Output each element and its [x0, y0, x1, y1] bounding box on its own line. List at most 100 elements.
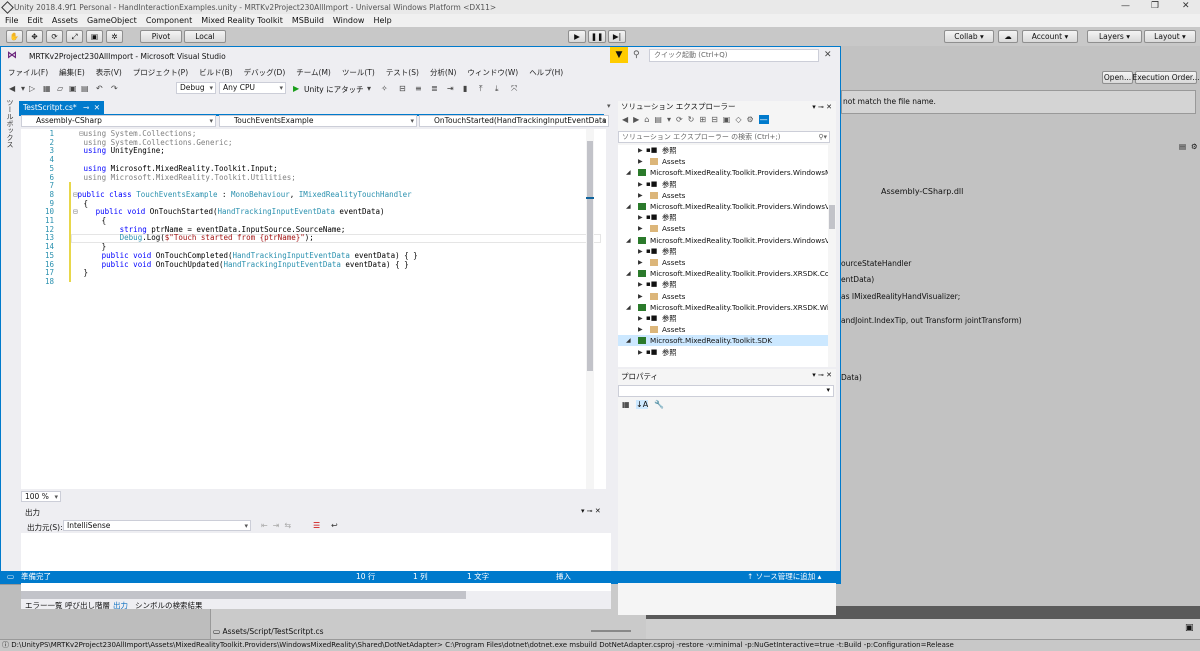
menu-assets[interactable]: Assets	[52, 16, 78, 25]
outline-icon[interactable]: ⊟	[399, 84, 406, 93]
bookmark-next-icon[interactable]: ⤓	[495, 84, 499, 94]
tree-node[interactable]: ▶ ▪■ 参照	[618, 347, 828, 358]
tree-node[interactable]: ▶ ▪■ 参照	[618, 212, 828, 223]
hand-tool-icon[interactable]: ✋	[6, 30, 23, 43]
close-icon[interactable]: ✕	[824, 50, 832, 60]
tree-node[interactable]: ◢ Microsoft.MixedReality.Toolkit.Provider…	[618, 201, 828, 212]
tree-node[interactable]: ▶ ▪■ 参照	[618, 313, 828, 324]
solution-tree[interactable]: ▶ ▪■ 参照 ▶ Assets ◢ Microsoft.MixedReality.To…	[618, 145, 828, 367]
zoom-dropdown[interactable]: 100 %	[21, 491, 61, 502]
tree-node[interactable]: ◢ Microsoft.MixedReality.Toolkit.Provider…	[618, 235, 828, 246]
minimize-icon[interactable]: —	[1121, 1, 1130, 11]
alphabetical-icon[interactable]: ↓A	[636, 400, 649, 409]
editor-vertical-scrollbar[interactable]	[586, 129, 594, 489]
redo-icon[interactable]: ↷	[111, 84, 118, 93]
solution-explorer-toolbar[interactable]: ◀▶⌂▤▾⟳↻⊞⊟▣◇⚙—	[618, 115, 840, 129]
tree-node[interactable]: ▶ Assets	[618, 291, 828, 302]
pause-icon[interactable]: ❚❚	[588, 30, 606, 43]
close-icon[interactable]: ✕	[1182, 1, 1190, 11]
play-icon[interactable]: ▶	[293, 84, 299, 93]
tab-symbol-results[interactable]: シンボルの検索結果	[135, 600, 203, 611]
vs-menu-tools[interactable]: ツール(T)	[342, 67, 375, 78]
tab-overflow-icon[interactable]: ▾	[607, 102, 611, 110]
uncomment-icon[interactable]: ≣	[431, 84, 438, 93]
vs-menu-file[interactable]: ファイル(F)	[8, 67, 48, 78]
collab-button[interactable]: Collab ▾	[944, 30, 994, 43]
indent-icon[interactable]: ⇥	[447, 84, 454, 93]
play-icon[interactable]: ▶	[568, 30, 586, 43]
dropdown-icon[interactable]: ▾	[21, 84, 25, 93]
vs-menu-build[interactable]: ビルド(B)	[199, 67, 233, 78]
scrollbar-thumb[interactable]	[829, 205, 835, 229]
bookmark-icon[interactable]: ▮	[463, 84, 467, 93]
vs-menu-project[interactable]: プロジェクト(P)	[133, 67, 188, 78]
tree-node[interactable]: ◢ Microsoft.MixedReality.Toolkit.Provider…	[618, 167, 828, 178]
type-dropdown[interactable]: TouchEventsExample	[219, 115, 417, 127]
open-button[interactable]: Open...	[1102, 71, 1133, 84]
rect-tool-icon[interactable]: ▣	[86, 30, 103, 43]
vs-menu-view[interactable]: 表示(V)	[96, 67, 122, 78]
output-toolbar-icons[interactable]: ⇤⇥⇆	[261, 521, 296, 530]
tree-node[interactable]: ▶ Assets	[618, 257, 828, 268]
dropdown-icon[interactable]: ▾	[367, 84, 371, 93]
menu-msbuild[interactable]: MSBuild	[292, 16, 324, 25]
vs-menu-help[interactable]: ヘルプ(H)	[529, 67, 563, 78]
vs-menu-debug[interactable]: デバッグ(D)	[244, 67, 286, 78]
tab-call-hierarchy[interactable]: 呼び出し階層	[65, 600, 110, 611]
move-tool-icon[interactable]: ✥	[26, 30, 43, 43]
panel-menu-icon[interactable]: ▾ ⊸ ✕	[812, 101, 832, 113]
vs-menu-window[interactable]: ウィンドウ(W)	[467, 67, 518, 78]
categorized-icon[interactable]: ▦	[622, 400, 630, 409]
menu-help[interactable]: Help	[373, 16, 391, 25]
tree-node[interactable]: ▶ Assets	[618, 156, 828, 167]
new-item-icon[interactable]: ▦	[43, 84, 51, 93]
config-dropdown[interactable]: Debug	[176, 82, 216, 94]
cloud-icon[interactable]: ☁	[998, 30, 1018, 43]
open-icon[interactable]: ▱	[57, 84, 63, 93]
object-selector[interactable]: ▾	[618, 385, 834, 397]
clear-all-icon[interactable]: ☰	[313, 521, 320, 530]
tree-node[interactable]: ▶ Assets	[618, 324, 828, 335]
flame-icon[interactable]: ✧	[381, 84, 388, 93]
forward-icon[interactable]: ▷	[29, 84, 35, 93]
vs-menu-test[interactable]: テスト(S)	[386, 67, 419, 78]
menu-gameobject[interactable]: GameObject	[87, 16, 137, 25]
tab-error-list[interactable]: エラー一覧	[25, 600, 63, 611]
menu-mrtk[interactable]: Mixed Reality Toolkit	[201, 16, 283, 25]
filter-icon[interactable]: ▼	[610, 47, 628, 63]
execution-order-button[interactable]: Execution Order...	[1133, 71, 1199, 84]
panel-menu-icon[interactable]: ▾ ⊸ ✕	[812, 371, 832, 379]
settings-icon[interactable]: ▤	[1179, 142, 1186, 151]
vs-menu-team[interactable]: チーム(M)	[296, 67, 331, 78]
transform-tool-icon[interactable]: ✲	[106, 30, 123, 43]
menu-component[interactable]: Component	[146, 16, 192, 25]
tree-scrollbar[interactable]	[828, 145, 836, 367]
solution-search-input[interactable]: ソリューション エクスプローラー の検索 (Ctrl+;) ⚲▾	[618, 131, 830, 143]
menu-edit[interactable]: Edit	[27, 16, 43, 25]
save-icon[interactable]: ▣	[69, 84, 77, 93]
gear-icon[interactable]: ⚙	[1191, 142, 1198, 151]
project-dropdown[interactable]: Assembly-CSharp	[21, 115, 216, 127]
tree-node-selected[interactable]: ◢ Microsoft.MixedReality.Toolkit.SDK	[618, 335, 828, 347]
maximize-icon[interactable]: ❐	[1151, 1, 1159, 11]
tree-node[interactable]: ▶ Assets	[618, 190, 828, 201]
comment-icon[interactable]: ≡	[415, 84, 422, 93]
scale-tool-icon[interactable]: ⤢	[66, 30, 83, 43]
feedback-icon[interactable]: ⚲	[633, 50, 640, 60]
platform-dropdown[interactable]: Any CPU	[219, 82, 286, 94]
vs-menu-analyze[interactable]: 分析(N)	[430, 67, 456, 78]
zoom-slider[interactable]	[591, 630, 631, 632]
bookmark-clear-icon[interactable]: ⤧	[511, 84, 517, 94]
close-tab-icon[interactable]: ✕	[94, 103, 100, 112]
property-pages-icon[interactable]: 🔧	[654, 400, 664, 409]
tree-node[interactable]: ▶ ▪■ 参照	[618, 145, 828, 156]
tab-output[interactable]: 出力	[113, 600, 128, 611]
local-button[interactable]: Local	[184, 30, 226, 43]
panel-menu-icon[interactable]: ▾ ⊸ ✕	[581, 507, 601, 515]
tree-node[interactable]: ◢ Microsoft.MixedReality.Toolkit.Provider…	[618, 302, 828, 313]
undo-icon[interactable]: ↶	[96, 84, 103, 93]
attach-button[interactable]: Unity にアタッチ	[304, 84, 364, 95]
step-icon[interactable]: ▶|	[608, 30, 626, 43]
pivot-button[interactable]: Pivot	[140, 30, 182, 43]
tree-node[interactable]: ▶ ▪■ 参照	[618, 179, 828, 190]
